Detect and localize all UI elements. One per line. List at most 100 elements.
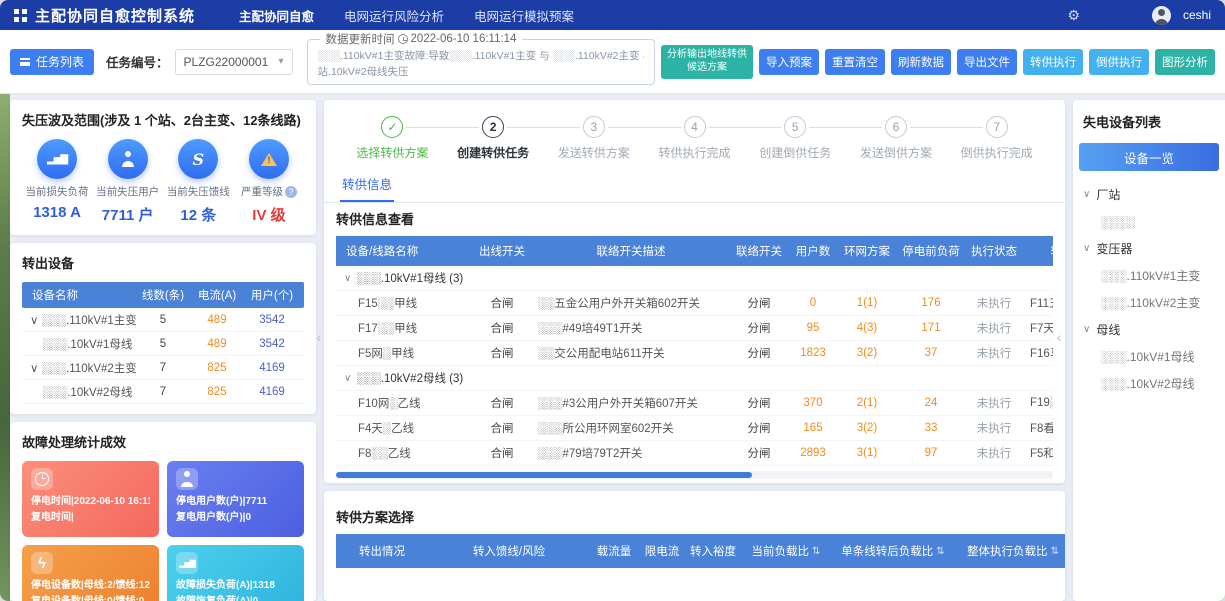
help-icon[interactable]: ? [285,186,297,198]
fault-description-line1: ░░░.110kV#1主变故障:导致░░░.110kV#1主变 与 ░░░.11… [318,48,644,65]
card-line2: 复电时间| [31,510,150,526]
current-value: 825 [190,356,244,379]
pre-outage-load: 24 [896,391,966,415]
tree-node[interactable]: 厂站 [1083,181,1215,208]
stat-item: 当前损失负荷 1318 A [22,139,92,225]
column-header: 设备名称 [22,282,136,308]
table-row[interactable]: F10网░乙线 合闸 ░░░#3公用户外开关箱607开关 分闸 370 2(1)… [336,391,1053,416]
user-count: 3542 [244,332,300,355]
tree-node[interactable]: ░░░░ [1083,208,1215,235]
tree-node[interactable]: ░░░.10kV#2母线 [1083,370,1215,397]
toolbar-button[interactable]: 重置清空 [825,49,885,75]
table-row[interactable]: F8░░乙线 合闸 ░░░#79培79T2开关 分闸 2893 3(1) 97 … [336,441,1053,466]
sort-icon[interactable]: ⇅ [812,546,820,557]
card-icon [176,552,198,574]
toolbar-button[interactable]: 导出文件 [957,49,1017,75]
sort-icon[interactable]: ⇅ [1051,546,1059,557]
column-header[interactable]: 限电流 [638,534,686,568]
toolbar: 任务列表 任务编号： PLZG22000001 ▾ 数据更新时间 2022-06… [0,30,1225,94]
step-circle: 5 [784,116,806,138]
column-header[interactable]: 当前负载比 ⇅ [740,534,832,568]
top-menu-item[interactable]: 主配协同自愈 [239,6,314,25]
toolbar-button[interactable]: 导入预案 [759,49,819,75]
card-line1: 故障损失负荷(A)|1318 [176,578,295,594]
sort-icon[interactable]: ⇅ [936,546,944,557]
group-row[interactable]: ∨ ░░░.10kV#2母线 (3) [336,366,1053,391]
tab-transfer-info[interactable]: 转供信息 [340,169,394,202]
settings-gear-icon[interactable]: ⚙ [1067,7,1080,24]
column-header: 电流(A) [190,282,244,308]
step-circle: 7 [986,116,1008,138]
step-label: 创建倒供任务 [759,144,831,161]
tree-node[interactable]: 母线 [1083,316,1215,343]
execution-status: 未执行 [966,316,1022,340]
top-menu-item[interactable]: 电网运行模拟预案 [474,6,574,25]
table-row[interactable]: ░░░.10kV#1母线 5 489 3542 [22,332,304,356]
device-overview-button[interactable]: 设备一览 [1079,143,1219,171]
toolbar-button[interactable]: 图形分析 [1155,49,1215,75]
toolbar-button[interactable]: 倒供执行 [1089,49,1149,75]
table-row[interactable]: F4天░乙线 合闸 ░░░所公用环网室602开关 分闸 165 3(2) 33 … [336,416,1053,441]
collapse-right-panel-handle[interactable]: ‹ [1052,319,1066,355]
toolbar-button[interactable]: 分析输出地线转供候选方案 [661,45,753,79]
user-avatar[interactable] [1152,6,1171,25]
tie-switch-state: 分闸 [730,441,788,465]
column-header[interactable]: 转入馈线/风险 [428,534,590,568]
stepper-step: 7 倒供执行完成 [946,116,1047,161]
column-header-label: 当前负载比 [752,543,810,559]
current-value: 489 [190,308,244,331]
feeder-name: F8░░乙线 [336,441,472,465]
task-no-select[interactable]: PLZG22000001 ▾ [175,49,293,75]
user-name: ceshi [1183,8,1211,22]
scrollbar-thumb[interactable] [336,472,752,478]
line-count: 5 [136,308,190,331]
column-header[interactable]: 整体执行负载比 ⇅ [954,534,1065,568]
collapse-left-panel-handle[interactable]: ‹ [312,319,326,355]
step-label: 选择转供方案 [356,144,428,161]
loop-plan: 3(2) [838,341,896,365]
table-row[interactable]: F17░░甲线 合闸 ░░░#49培49T1开关 分闸 95 4(3) 171 … [336,316,1053,341]
update-time-value: 2022-06-10 16:11:14 [411,33,517,45]
task-no-label: 任务编号： [106,52,169,71]
stat-value: IV 级 [252,204,285,225]
tree-node[interactable]: ░░░.110kV#2主变 [1083,289,1215,316]
toolbar-button[interactable]: 刷新数据 [891,49,951,75]
loop-plan: 3(1) [838,441,896,465]
top-menu: 主配协同自愈 电网运行风险分析 电网运行模拟预案 [239,6,1067,25]
loop-plan: 3(2) [838,416,896,440]
group-row[interactable]: ∨ ░░░.10kV#1母线 (3) [336,266,1053,291]
task-list-button[interactable]: 任务列表 [10,49,94,75]
plan-section-title: 转供方案选择 [336,507,1053,526]
column-header[interactable]: 转出情况 [336,534,428,568]
user-count: 95 [788,316,838,340]
toolbar-button[interactable]: 转供执行 [1023,49,1083,75]
transfer-target-feeder: F19░ [1022,391,1053,415]
table-row[interactable]: ∨ ░░░.110kV#2主变 7 825 4169 [22,356,304,380]
column-header[interactable]: 载流量 [590,534,638,568]
tree-node[interactable]: 变压器 [1083,235,1215,262]
right-sidebar: 失电设备列表 设备一览 厂站░░░░变压器░░░.110kV#1主变░░░.11… [1073,100,1225,601]
table-row[interactable]: F15░░甲线 合闸 ░░五金公用户外开关箱602开关 分闸 0 1(1) 17… [336,291,1053,316]
execution-status: 未执行 [966,391,1022,415]
tab-bar: 转供信息 [324,169,1065,203]
loop-plan: 2(1) [838,391,896,415]
tree-node[interactable]: ░░░.110kV#1主变 [1083,262,1215,289]
info-table-header: 设备/线路名称出线开关联络开关描述联络开关用户数环网方案停电前负荷执行状态转供 [336,236,1053,266]
transfer-target-feeder: F11五░ [1022,291,1053,315]
horizontal-scrollbar[interactable] [336,471,1053,479]
table-row[interactable]: ∨ ░░░.110kV#1主变 5 489 3542 [22,308,304,332]
user-count: 4169 [244,356,300,379]
top-menu-item[interactable]: 电网运行风险分析 [344,6,444,25]
tree-node[interactable]: ░░░.10kV#1母线 [1083,343,1215,370]
card-line2: 故障恢复负荷(A)|0 [176,594,295,601]
user-count: 165 [788,416,838,440]
pre-outage-load: 97 [896,441,966,465]
column-header[interactable]: 单条线转后负载比 ⇅ [832,534,954,568]
column-header[interactable]: 转入裕度 [686,534,740,568]
execution-status: 未执行 [966,341,1022,365]
column-header-label: 整体执行负载比 [967,543,1048,559]
group-label: ░░░.10kV#2母线 (3) [356,370,463,386]
table-row[interactable]: ░░░.10kV#2母线 7 825 4169 [22,380,304,404]
table-row[interactable]: F5网░甲线 合闸 ░░交公用配电站611开关 分闸 1823 3(2) 37 … [336,341,1053,366]
main-area: ✓ 选择转供方案 2 创建转供任务 3 发送转供方案 4 转供执行完成 5 创建… [324,100,1065,601]
